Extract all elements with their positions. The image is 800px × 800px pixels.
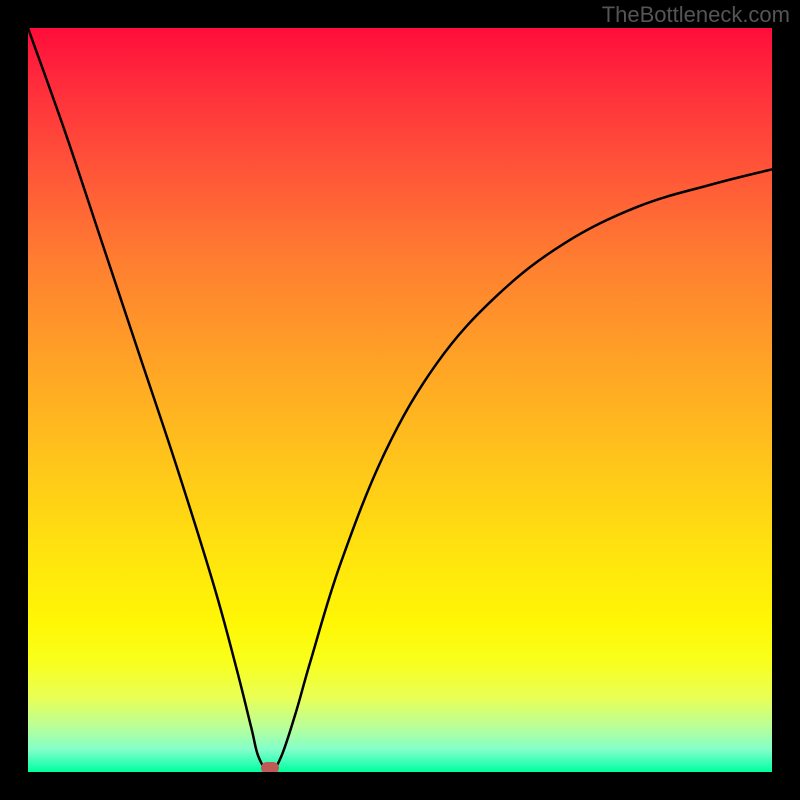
attribution-watermark: TheBottleneck.com — [602, 2, 790, 28]
plot-area — [28, 28, 772, 772]
bottleneck-curve — [28, 28, 772, 772]
optimal-point-marker — [261, 762, 279, 772]
